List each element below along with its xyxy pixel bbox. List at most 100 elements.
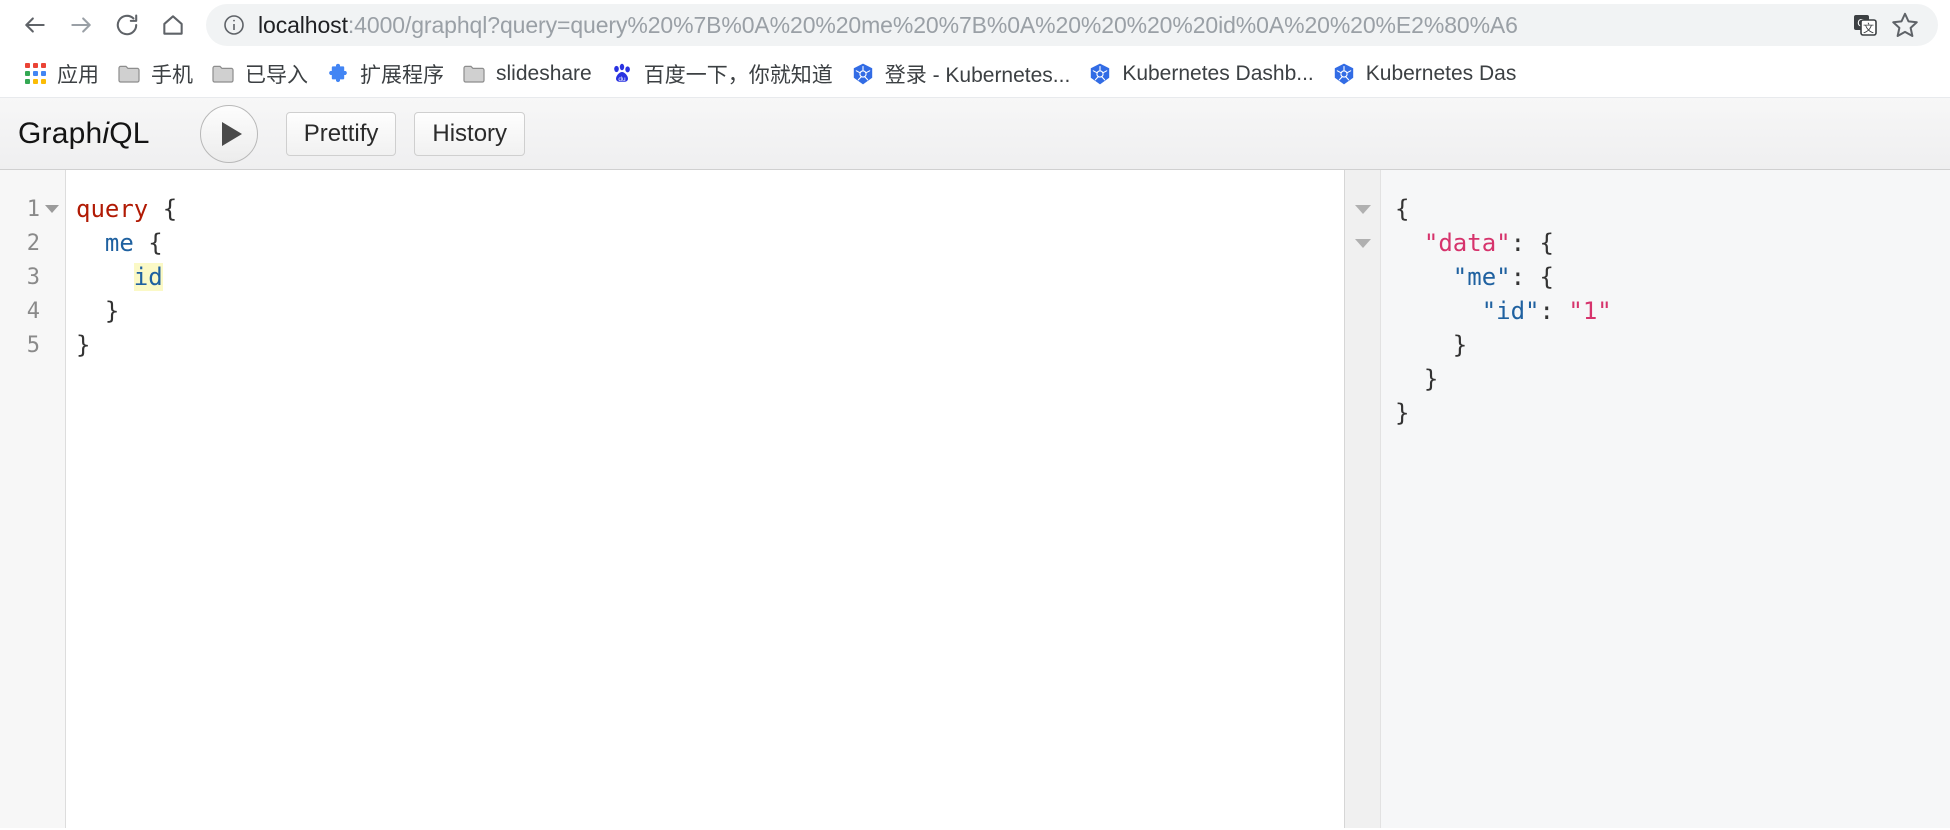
- result-line: }: [1395, 362, 1950, 396]
- puzzle-piece-icon: [326, 62, 350, 86]
- apps-grid-icon: [23, 62, 47, 86]
- result-fold-row: [1345, 192, 1380, 226]
- folder-icon: [117, 62, 141, 86]
- fold-caret-icon[interactable]: [1354, 238, 1371, 248]
- token-punct: }: [1395, 399, 1410, 427]
- home-button[interactable]: [150, 2, 196, 48]
- result-line: "me": {: [1395, 260, 1950, 294]
- result-line: }: [1395, 396, 1950, 430]
- bookmark-folder-imported[interactable]: 已导入: [202, 55, 317, 93]
- result-gutter: [1345, 170, 1381, 828]
- code-line: }: [76, 294, 1344, 328]
- bookmark-label: 百度一下，你就知道: [643, 63, 833, 87]
- reload-button[interactable]: [104, 2, 150, 48]
- line-number: 5: [26, 332, 40, 358]
- logo-part-graph: Graph: [18, 116, 103, 150]
- line-number: 3: [26, 264, 40, 290]
- browser-toolbar: localhost:4000/graphql?query=query%20%7B…: [0, 0, 1950, 50]
- address-bar[interactable]: localhost:4000/graphql?query=query%20%7B…: [206, 4, 1938, 46]
- code-line: }: [76, 328, 1344, 362]
- token-keyword: query: [76, 195, 149, 223]
- graphiql-toolbar: GraphiQL Prettify History: [0, 98, 1950, 170]
- forward-button[interactable]: [58, 2, 104, 48]
- bookmark-label: 手机: [151, 63, 193, 87]
- bookmark-apps[interactable]: 应用: [14, 55, 108, 93]
- kubernetes-icon: [1332, 62, 1356, 86]
- token-punct: }: [1395, 365, 1439, 393]
- translate-icon[interactable]: G 文: [1848, 8, 1882, 42]
- kubernetes-icon: [1088, 62, 1112, 86]
- graphiql-logo: GraphiQL: [18, 117, 150, 151]
- browser-chrome: localhost:4000/graphql?query=query%20%7B…: [0, 0, 1950, 98]
- token-json-key: "me": [1452, 263, 1511, 291]
- omnibox-actions: G 文: [1848, 6, 1924, 44]
- token-punct: : {: [1510, 229, 1554, 257]
- result-fold-row: [1345, 226, 1380, 260]
- bookmark-kubernetes-dashboard-1[interactable]: Kubernetes Dashb...: [1079, 55, 1322, 93]
- bookmarks-bar: 应用 手机 已导入 扩展程序 slideshare du 百度一下，你就知道 登…: [0, 50, 1950, 98]
- svg-text:文: 文: [1863, 21, 1874, 35]
- folder-icon: [462, 62, 486, 86]
- token-punct: : {: [1510, 263, 1554, 291]
- graphiql-app: GraphiQL Prettify History 1 2 3 4 5 quer…: [0, 98, 1950, 828]
- result-viewer-code: { "data": { "me": { "id": "1" } } }: [1381, 170, 1950, 828]
- bookmark-extensions[interactable]: 扩展程序: [317, 55, 453, 93]
- result-viewer-pane[interactable]: { "data": { "me": { "id": "1" } } }: [1345, 170, 1950, 828]
- bookmark-baidu[interactable]: du 百度一下，你就知道: [601, 55, 842, 93]
- forward-arrow-icon: [68, 12, 94, 38]
- home-icon: [160, 12, 186, 38]
- token-punct: :: [1539, 297, 1569, 325]
- line-number-row: 1: [0, 192, 65, 226]
- token-punct: {: [1395, 195, 1410, 223]
- reload-icon: [114, 12, 140, 38]
- kubernetes-icon: [851, 62, 875, 86]
- bookmark-label: 应用: [57, 63, 99, 87]
- line-number: 1: [26, 196, 40, 222]
- fold-caret-icon[interactable]: [1354, 204, 1371, 214]
- baidu-paw-icon: du: [610, 62, 634, 86]
- url-text[interactable]: localhost:4000/graphql?query=query%20%7B…: [258, 12, 1838, 39]
- svg-text:du: du: [618, 76, 626, 83]
- bookmark-label: 已导入: [245, 63, 308, 87]
- line-number-row: 2: [0, 226, 65, 260]
- prettify-button[interactable]: Prettify: [285, 111, 397, 156]
- line-number-row: 3: [0, 260, 65, 294]
- folder-icon: [211, 62, 235, 86]
- star-icon[interactable]: [1886, 6, 1924, 44]
- info-circle-icon[interactable]: [222, 13, 246, 37]
- execute-query-button[interactable]: [199, 104, 258, 163]
- token-json-key: "id": [1481, 297, 1540, 325]
- code-line: query {: [76, 192, 1344, 226]
- bookmark-folder-phone[interactable]: 手机: [108, 55, 202, 93]
- bookmark-label: Kubernetes Dashb...: [1122, 61, 1314, 85]
- token-punct: {: [148, 195, 178, 223]
- url-host: localhost: [258, 11, 348, 38]
- result-line: "id": "1": [1395, 294, 1950, 328]
- fold-caret-icon[interactable]: [45, 205, 59, 213]
- graphiql-body: 1 2 3 4 5 query {me {id}} {"data": …: [0, 170, 1950, 828]
- result-line: "data": {: [1395, 226, 1950, 260]
- bookmark-kubernetes-dashboard-2[interactable]: Kubernetes Das: [1323, 55, 1526, 93]
- result-line: }: [1395, 328, 1950, 362]
- line-number: 2: [26, 230, 40, 256]
- result-line: {: [1395, 192, 1950, 226]
- query-editor-pane[interactable]: 1 2 3 4 5 query {me {id}}: [0, 170, 1345, 828]
- token-punct: }: [76, 297, 120, 325]
- history-button[interactable]: History: [414, 111, 526, 156]
- bookmark-label: Kubernetes Das: [1365, 61, 1517, 85]
- line-number: 4: [26, 298, 40, 324]
- code-line: me {: [76, 226, 1344, 260]
- bookmark-kubernetes-login[interactable]: 登录 - Kubernetes...: [842, 55, 1080, 93]
- query-editor-code[interactable]: query { me { id } }: [66, 170, 1344, 828]
- query-editor-gutter: 1 2 3 4 5: [0, 170, 66, 828]
- url-path: :4000/graphql?query=query%20%7B%0A%20%20…: [347, 11, 1518, 38]
- token-punct: }: [76, 331, 91, 359]
- token-punct: }: [1395, 331, 1468, 359]
- play-icon: [221, 121, 242, 146]
- back-button[interactable]: [12, 2, 58, 48]
- token-field: me: [104, 229, 134, 257]
- bookmark-folder-slideshare[interactable]: slideshare: [453, 55, 601, 93]
- token-punct: {: [133, 229, 163, 257]
